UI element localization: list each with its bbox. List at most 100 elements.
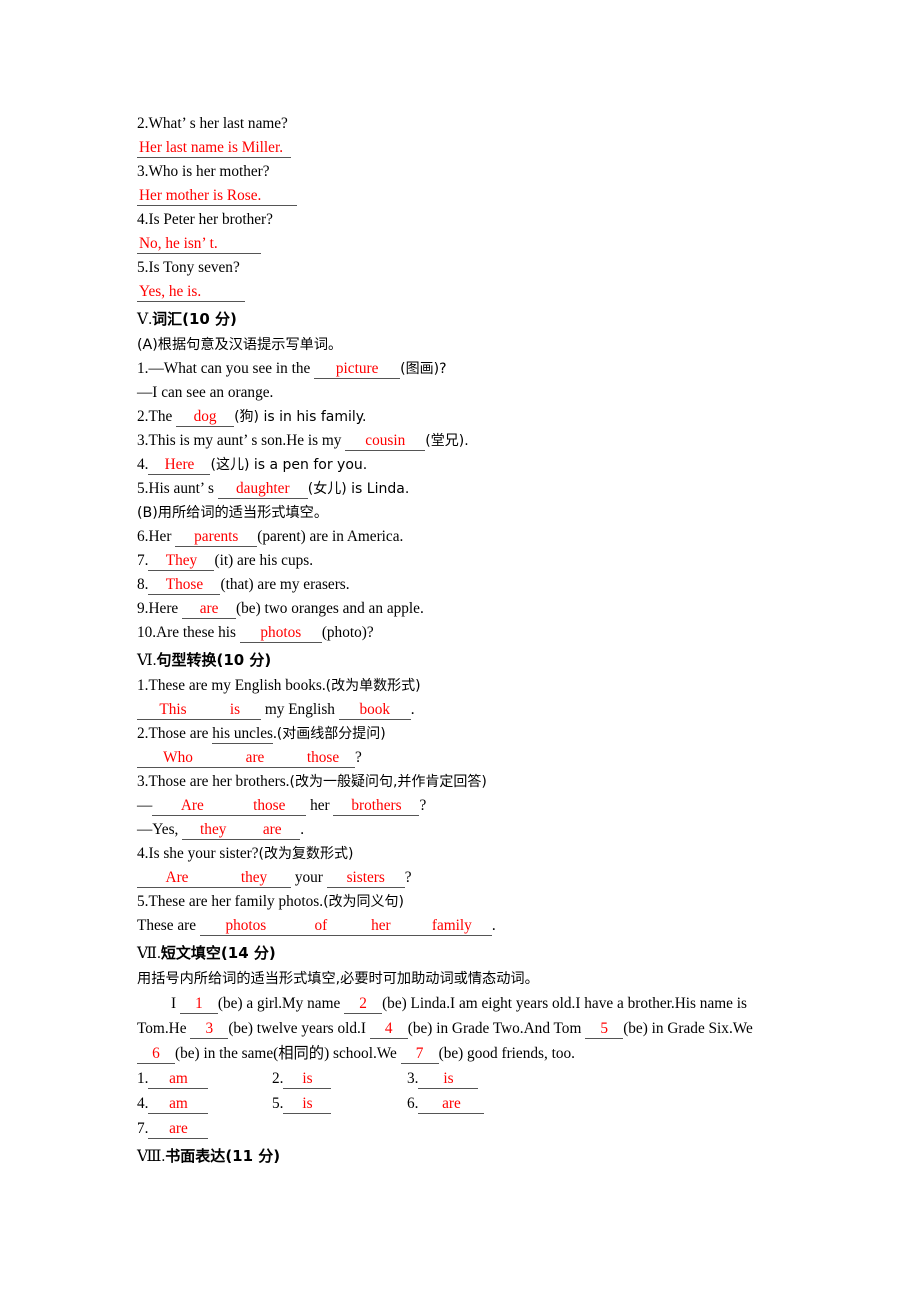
answer-blank[interactable]: picture [314,359,401,379]
passage-text: (be) in the same(相同的) school.We [175,1045,401,1062]
answer-blank[interactable]: are [244,820,301,840]
answer-blank[interactable]: is [283,1069,332,1089]
answer-blank[interactable]: are [418,1094,485,1114]
answer-punctuation: ? [355,749,362,766]
answer-blank[interactable]: those [291,748,355,768]
section-score: (14 分) [220,944,276,962]
answer-blank[interactable]: photos [239,623,322,643]
answer-vi-2: Who are those? [137,746,787,770]
answer-blank[interactable]: cousin [345,431,426,451]
item-number: 6. [137,528,149,545]
cloze-blank-2[interactable]: 2 [344,994,383,1014]
answer-blank[interactable]: They [148,551,215,571]
cloze-blank-4[interactable]: 4 [369,1019,408,1039]
question-text-rest: s her last name? [189,115,288,132]
item-text-post: (that) are my erasers. [220,576,350,593]
cloze-blank-1[interactable]: 1 [179,994,218,1014]
question-underlined-phrase: his uncles [212,725,273,744]
cloze-answers-row-2: 4. am 5. is 6. are [137,1091,787,1116]
answer-text-post: t. [209,235,218,252]
apostrophe-glyph: ’ [199,480,209,497]
answer-blank[interactable]: Her mother is Rose. [137,186,297,206]
item-text-post: (堂兄). [425,433,469,449]
answer-static-text: her [306,797,334,814]
item-text-pre: Are these his [156,624,240,641]
passage-text: (be) good friends, too. [438,1045,575,1062]
answer-static-text: my English [261,701,339,718]
answer-blank[interactable]: parents [175,527,258,547]
answer-blank[interactable]: they [182,820,245,840]
section-numeral: Ⅵ [137,652,153,669]
answer-blank[interactable]: family [411,916,492,936]
question-text-pre: Those are [148,725,213,742]
answer-blank[interactable]: Here [148,455,211,475]
answer-blank[interactable]: brothers [333,796,420,816]
section-heading-viii: Ⅷ.书面表达(11 分) [137,1143,787,1170]
answer-blank[interactable]: No, he isn’t. [137,234,261,254]
item-number: 7. [137,552,149,569]
answer-blank[interactable]: Yes, he is. [137,282,245,302]
cloze-answer-3: 3. is [407,1066,542,1091]
worksheet-content: 2.What ’ s her last name? Her last name is… [137,112,787,1170]
item-number: 5. [137,480,149,497]
answer-blank[interactable]: Are [152,796,233,816]
cloze-answer-1: 1. am [137,1066,272,1091]
answer-iv-4: No, he isn’t. [137,232,787,256]
cloze-blank-5[interactable]: 5 [585,1019,624,1039]
answer-blank[interactable]: am [148,1094,209,1114]
passage-text: (be) in Grade Six.We [623,1020,753,1037]
question-iv-4: 4.Is Peter her brother? [137,208,787,232]
cloze-blank-6[interactable]: 6 [137,1044,175,1064]
answer-iv-5: Yes, he is. [137,280,787,304]
answer-punctuation: . [491,917,496,934]
answer-dash: — [137,797,153,814]
section-v-subheading-a: (A)根据句意及汉语提示写单词。 [137,333,787,357]
answer-punctuation: ? [404,869,412,886]
answer-blank[interactable]: Those [148,575,221,595]
answer-blank[interactable]: am [148,1069,209,1089]
answer-blank[interactable]: are [219,748,291,768]
answer-blank[interactable]: they [217,868,291,888]
question-text: 2.What [137,115,182,132]
answer-blank[interactable]: is [209,700,261,720]
answer-blank[interactable]: Who [137,748,219,768]
answer-blank[interactable]: sisters [326,868,405,888]
item-v-a-5: 5.His aunt’s daughter (女儿) is Linda. [137,477,787,501]
answer-vi-1: This is my English book. [137,698,787,722]
answer-blank[interactable]: Are [137,868,217,888]
question-vi-2: 2.Those are his uncles.(对画线部分提问) [137,722,787,746]
item-text-post: (photo)? [321,624,374,641]
apostrophe-glyph: ’ [201,235,210,252]
answer-number: 7. [137,1120,149,1137]
answer-blank[interactable]: photos [199,916,292,936]
answer-blank[interactable]: is [418,1069,479,1089]
question-text: These are my English books. [148,677,326,694]
question-hint: (改为单数形式) [325,678,421,694]
answer-static-text: —Yes, [137,821,183,838]
answer-blank[interactable]: of [291,916,350,936]
section-title: 句型转换 [156,651,217,669]
item-text-pre: This is my aunt [148,432,244,449]
item-number: 4. [137,456,149,473]
cloze-blank-7[interactable]: 7 [400,1044,439,1064]
answer-blank[interactable]: those [232,796,307,816]
item-text-pre2: s [208,480,218,497]
cloze-answer-5: 5. is [272,1091,407,1116]
answer-blank[interactable]: This [137,700,209,720]
answer-number: 2. [272,1070,284,1087]
item-text-pre: —What can you see in the [148,360,315,377]
section-score: (10 分) [182,310,237,328]
answer-blank[interactable]: Her last name is Miller. [137,138,291,158]
answer-blank[interactable]: are [148,1119,209,1139]
answer-blank[interactable]: are [182,599,237,619]
answer-blank[interactable]: book [338,700,411,720]
item-number: 9. [137,600,149,617]
cloze-blank-3[interactable]: 3 [190,1019,229,1039]
answer-blank[interactable]: her [349,916,412,936]
answer-blank[interactable]: dog [176,407,235,427]
answer-blank[interactable]: daughter [217,479,308,499]
question-text: Those are her brothers. [148,773,290,790]
answer-blank[interactable]: is [283,1094,332,1114]
answer-punctuation: . [410,701,415,718]
answer-vi-4: Are they your sisters? [137,866,787,890]
